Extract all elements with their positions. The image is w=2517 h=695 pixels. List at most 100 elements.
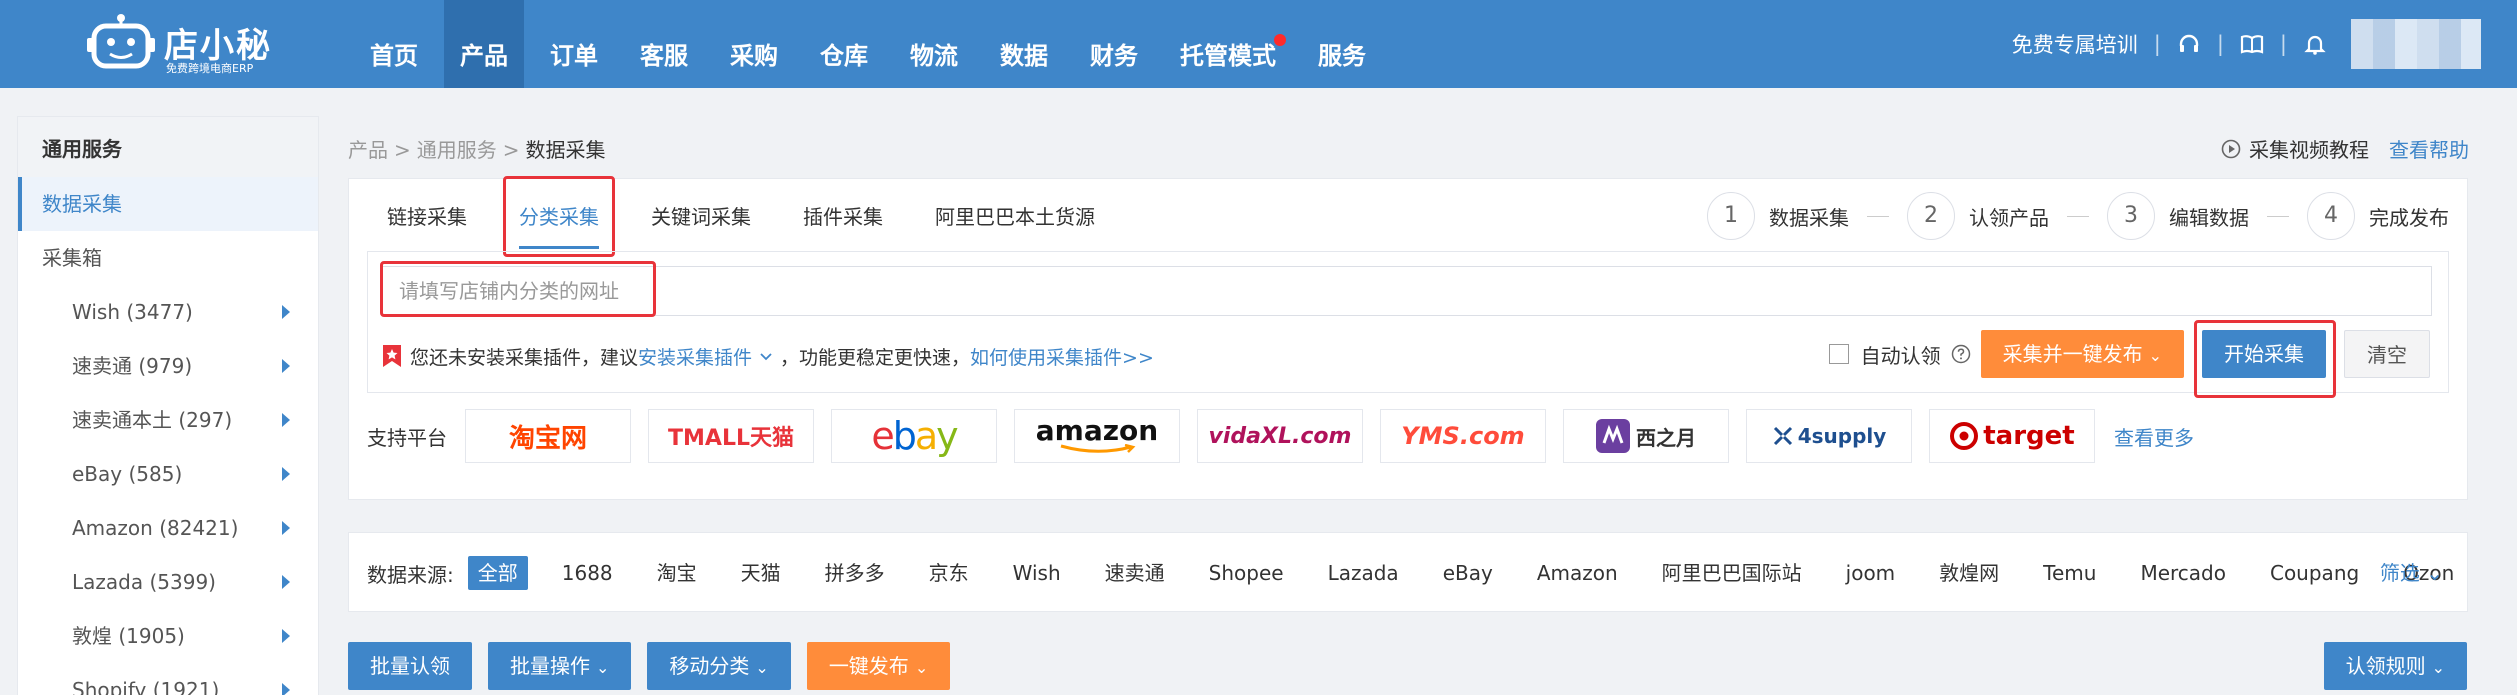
vidaxl-logo[interactable]: vidaXL.com <box>1197 409 1363 463</box>
4supply-mark-icon <box>1773 426 1792 446</box>
amazon-logo[interactable]: amazon <box>1014 409 1180 463</box>
user-avatar[interactable] <box>2351 19 2481 69</box>
source-chip-taobao[interactable]: 淘宝 <box>647 556 707 590</box>
taobao-logo[interactable]: 淘宝网 <box>465 409 631 463</box>
brand-logo[interactable]: 店小秘 免费跨境电商ERP <box>78 8 288 80</box>
source-chip-dhgate[interactable]: 敦煌网 <box>1929 556 2009 590</box>
breadcrumb-current: 数据采集 <box>525 138 606 162</box>
url-input-area: 您还未安装采集插件，建议 安装采集插件 ，功能更稳定更快速， 如何使用采集插件>… <box>367 251 2449 398</box>
question-circle-icon[interactable] <box>1951 344 1971 364</box>
source-chip-jd[interactable]: 京东 <box>919 556 979 590</box>
top-right-tools: 免费专属培训 | | | <box>2012 0 2481 88</box>
sidebar-item-aliexpress-local[interactable]: 速卖通本土 (297) <box>18 393 318 447</box>
nav-item-logistics[interactable]: 物流 <box>894 0 974 88</box>
auto-claim-checkbox[interactable] <box>1828 344 1849 364</box>
tab-category-collection[interactable]: 分类采集 <box>499 176 619 257</box>
divider: | <box>2153 32 2161 56</box>
sidebar-item-wish[interactable]: Wish (3477) <box>18 285 318 339</box>
nav-item-services[interactable]: 服务 <box>1302 0 1382 88</box>
tab-keyword-collection[interactable]: 关键词采集 <box>631 179 771 249</box>
source-chip-tmall[interactable]: 天猫 <box>731 556 791 590</box>
move-category-button[interactable]: 移动分类 ⌄ <box>647 642 791 690</box>
one-click-publish-button[interactable]: 一键发布 ⌄ <box>806 642 951 690</box>
breadcrumb: 产品 > 通用服务 > 数据采集 <box>348 134 606 163</box>
nav-item-data[interactable]: 数据 <box>984 0 1064 88</box>
nav-item-customer-service[interactable]: 客服 <box>624 0 704 88</box>
sidebar-item-amazon[interactable]: Amazon (82421) <box>18 501 318 555</box>
sidebar-item-data-collection[interactable]: 数据采集 <box>18 177 318 231</box>
yms-logo[interactable]: YMS.com <box>1380 409 1546 463</box>
help-links: 采集视频教程 查看帮助 <box>2221 134 2469 163</box>
step-connector <box>2267 215 2289 217</box>
nav-item-orders[interactable]: 订单 <box>534 0 614 88</box>
sidebar-item-dhgate[interactable]: 敦煌 (1905) <box>18 609 318 663</box>
batch-claim-button[interactable]: 批量认领 <box>348 642 472 690</box>
breadcrumb-general-services[interactable]: 通用服务 <box>417 138 497 162</box>
tmall-logo[interactable]: TMALL天猫 <box>648 409 814 463</box>
target-logo[interactable]: target <box>1929 409 2095 463</box>
nav-item-home[interactable]: 首页 <box>354 0 434 88</box>
source-chip-shopee[interactable]: Shopee <box>1199 556 1294 590</box>
source-chip-aliexpress[interactable]: 速卖通 <box>1095 556 1175 590</box>
claim-rules-button[interactable]: 认领规则 ⌄ <box>2323 642 2467 690</box>
sidebar-item-collection-box[interactable]: 采集箱 <box>18 231 318 285</box>
source-chip-coupang[interactable]: Coupang <box>2260 556 2369 590</box>
category-url-input[interactable] <box>382 266 2432 316</box>
chevron-down-icon: ⌄ <box>596 658 610 677</box>
see-more-platforms-link[interactable]: 查看更多 <box>2114 422 2194 451</box>
amazon-smile-icon <box>1060 444 1136 453</box>
sidebar-item-ebay[interactable]: eBay (585) <box>18 447 318 501</box>
nav-item-products[interactable]: 产品 <box>444 0 524 88</box>
caret-right-icon <box>282 305 290 319</box>
nav-item-finance[interactable]: 财务 <box>1074 0 1154 88</box>
tab-plugin-collection[interactable]: 插件采集 <box>783 179 903 249</box>
collection-controls: 自动认领 采集并一键发布 ⌄ 开始采集 清空 <box>1828 320 2430 398</box>
bulk-action-bar: 批量认领 批量操作 ⌄ 移动分类 ⌄ 一键发布 ⌄ <box>348 642 966 690</box>
process-steps: 1 数据采集 2 认领产品 3 编辑数据 4 完成发布 <box>1707 191 2449 241</box>
caret-right-icon <box>282 575 290 589</box>
auto-claim-label: 自动认领 <box>1860 343 1941 368</box>
4supply-logo[interactable]: 4supply <box>1746 409 1912 463</box>
sidebar-item-shopify[interactable]: Shopify (1921) <box>18 663 318 695</box>
step-4: 4 完成发布 <box>2307 192 2449 240</box>
clear-button[interactable]: 清空 <box>2344 330 2430 378</box>
view-help-link[interactable]: 查看帮助 <box>2389 134 2469 163</box>
chevron-down-icon[interactable] <box>758 348 774 364</box>
batch-operation-button[interactable]: 批量操作 ⌄ <box>488 642 632 690</box>
source-chip-pinduoduo[interactable]: 拼多多 <box>815 556 895 590</box>
sidebar-item-aliexpress[interactable]: 速卖通 (979) <box>18 339 318 393</box>
tab-link-collection[interactable]: 链接采集 <box>367 179 487 249</box>
bookmark-star-icon <box>383 345 401 367</box>
breadcrumb-products[interactable]: 产品 <box>348 138 388 162</box>
source-chip-ebay[interactable]: eBay <box>1433 556 1503 590</box>
source-chip-all[interactable]: 全部 <box>467 556 528 590</box>
free-training-link[interactable]: 免费专属培训 <box>2012 29 2138 59</box>
install-plugin-link[interactable]: 安装采集插件 <box>638 343 752 370</box>
source-chip-amazon[interactable]: Amazon <box>1527 556 1628 590</box>
nav-item-managed-mode[interactable]: 托管模式 <box>1164 0 1292 88</box>
book-icon[interactable] <box>2240 32 2264 56</box>
video-tutorial-link[interactable]: 采集视频教程 <box>2249 134 2369 163</box>
ebay-logo[interactable]: ebayebay <box>831 409 997 463</box>
start-collection-wrapper: 开始采集 <box>2194 320 2336 398</box>
start-collection-button[interactable]: 开始采集 <box>2202 330 2326 378</box>
sidebar-item-lazada[interactable]: Lazada (5399) <box>18 555 318 609</box>
source-chip-1688[interactable]: 1688 <box>552 556 623 590</box>
nav-item-warehouse[interactable]: 仓库 <box>804 0 884 88</box>
bell-icon[interactable] <box>2303 32 2327 56</box>
plugin-notice: 您还未安装采集插件，建议 安装采集插件 ，功能更稳定更快速， 如何使用采集插件>… <box>382 336 1154 376</box>
filter-toggle[interactable]: 筛选 ⌄ <box>2380 533 2443 613</box>
source-chip-joom[interactable]: joom <box>1836 556 1906 590</box>
main-nav: 首页 产品 订单 客服 采购 仓库 物流 数据 财务 托管模式 服务 <box>354 0 1392 88</box>
source-chip-alibaba-intl[interactable]: 阿里巴巴国际站 <box>1652 556 1812 590</box>
tab-alibaba-local-source[interactable]: 阿里巴巴本土货源 <box>915 179 1115 249</box>
xizhiyue-logo[interactable]: 西之月 <box>1563 409 1729 463</box>
source-chip-wish[interactable]: Wish <box>1003 556 1071 590</box>
nav-item-purchasing[interactable]: 采购 <box>714 0 794 88</box>
source-chip-temu[interactable]: Temu <box>2033 556 2106 590</box>
headset-icon[interactable] <box>2177 32 2201 56</box>
source-chip-mercado[interactable]: Mercado <box>2130 556 2236 590</box>
source-chip-lazada[interactable]: Lazada <box>1318 556 1409 590</box>
how-to-use-plugin-link[interactable]: 如何使用采集插件>> <box>970 343 1154 370</box>
collect-and-publish-button[interactable]: 采集并一键发布 ⌄ <box>1980 330 2184 378</box>
